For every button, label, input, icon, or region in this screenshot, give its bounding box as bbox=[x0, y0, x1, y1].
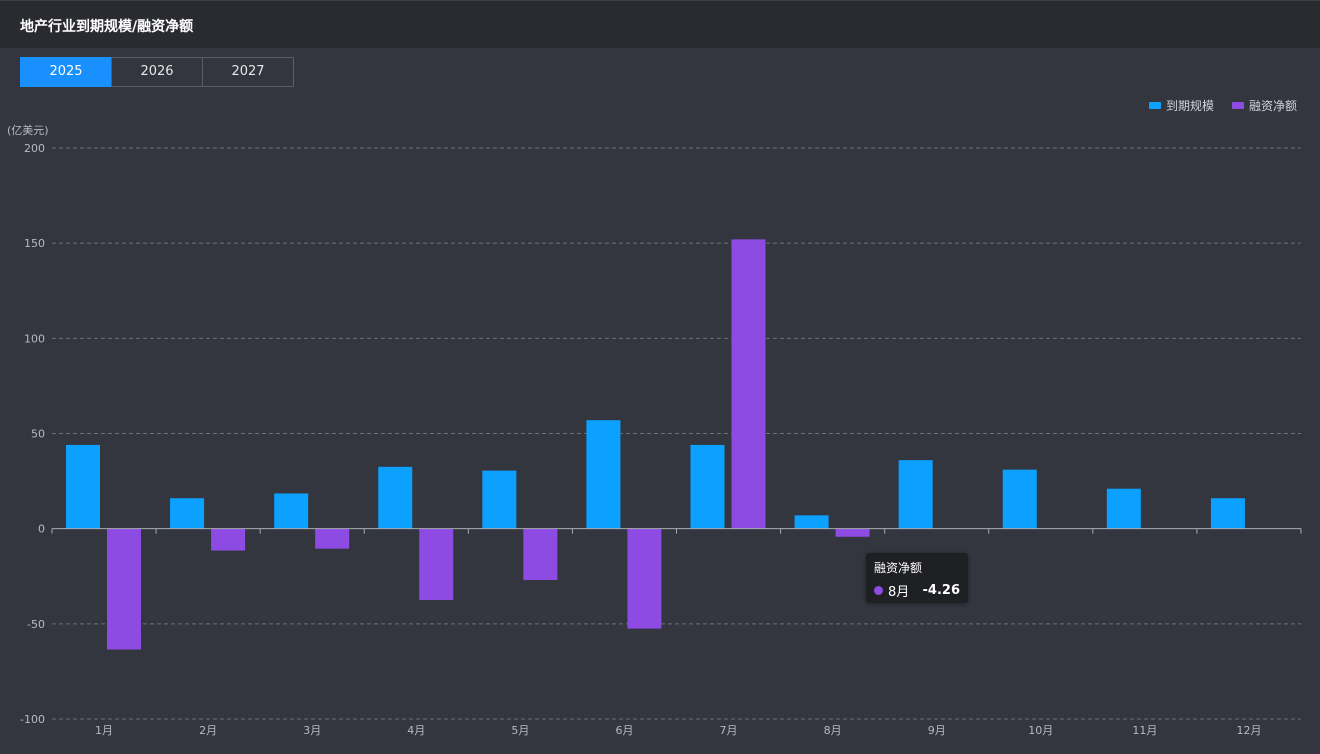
y-tick-label: -50 bbox=[27, 618, 45, 631]
bar-net-financing bbox=[523, 528, 558, 581]
x-tick-label: 9月 bbox=[928, 724, 946, 737]
tooltip-value: -4.26 bbox=[922, 583, 960, 598]
y-tick-label: -100 bbox=[20, 713, 45, 726]
chart-panel: 地产行业到期规模/融资净额 2025 2026 2027 到期规模 融资净额 (… bbox=[0, 0, 1320, 754]
bar-maturity bbox=[1002, 469, 1037, 529]
bar-net-financing bbox=[211, 528, 246, 551]
bar-maturity bbox=[898, 460, 933, 529]
x-tick-label: 7月 bbox=[720, 724, 738, 737]
bar-maturity bbox=[586, 420, 621, 529]
y-tick-label: 0 bbox=[38, 523, 45, 536]
tooltip-category: 8月 bbox=[888, 585, 910, 600]
tooltip-row: 8月 -4.26 bbox=[874, 581, 960, 600]
bar-maturity bbox=[274, 493, 309, 529]
bar-maturity bbox=[482, 470, 517, 529]
bar-maturity bbox=[170, 498, 205, 529]
x-tick-label: 4月 bbox=[407, 724, 425, 737]
x-tick-label: 8月 bbox=[824, 724, 842, 737]
x-tick-label: 11月 bbox=[1132, 724, 1157, 737]
bar-net-financing bbox=[107, 528, 141, 650]
x-tick-label: 2月 bbox=[199, 724, 217, 737]
x-tick-label: 3月 bbox=[303, 724, 321, 737]
chart-tooltip: 融资净额 8月 -4.26 bbox=[866, 553, 968, 603]
bar-net-financing bbox=[627, 528, 662, 629]
tooltip-series-dot bbox=[874, 586, 883, 595]
bar-maturity bbox=[378, 466, 413, 529]
y-tick-label: 150 bbox=[24, 237, 45, 250]
bar-maturity bbox=[66, 444, 100, 529]
bar-net-financing bbox=[419, 528, 454, 601]
bar-maturity bbox=[794, 515, 829, 529]
x-tick-label: 10月 bbox=[1028, 724, 1053, 737]
bar-net-financing bbox=[731, 239, 766, 529]
bar-chart: -100 -50 0 50 100 150 200 1月 2月 3月 4月 5月 6月 7月 8月 9月 10月… bbox=[20, 142, 1302, 737]
bar-maturity bbox=[690, 444, 725, 529]
x-tick-label: 5月 bbox=[511, 724, 529, 737]
y-tick-label: 50 bbox=[31, 428, 45, 441]
bar-net-financing bbox=[835, 528, 870, 537]
x-tick-label: 12月 bbox=[1236, 724, 1261, 737]
x-tick-label: 6月 bbox=[615, 724, 633, 737]
bar-maturity bbox=[1210, 498, 1245, 529]
y-tick-label: 200 bbox=[24, 142, 45, 155]
y-tick-label: 100 bbox=[24, 332, 45, 345]
x-tick-label: 1月 bbox=[95, 724, 113, 737]
tooltip-title: 融资净额 bbox=[874, 561, 923, 575]
bar-net-financing bbox=[315, 528, 350, 549]
bar-maturity bbox=[1106, 488, 1141, 529]
